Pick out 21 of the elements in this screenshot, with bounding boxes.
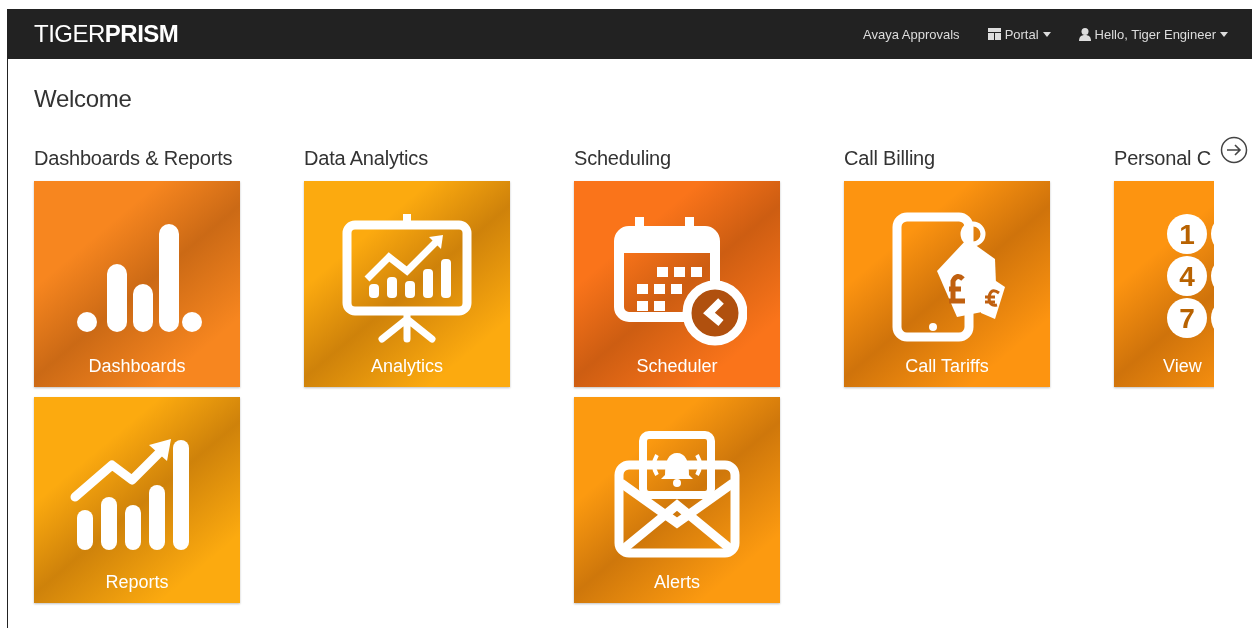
- nav-menu[interactable]: Hello, Tiger Engineer: [1078, 26, 1228, 42]
- page-title: Welcome: [34, 85, 133, 113]
- app-tile[interactable]: Reports: [34, 397, 240, 603]
- grid-icon: [987, 28, 1001, 40]
- section-heading: Personal C: [1114, 147, 1212, 171]
- section-heading: Dashboards & Reports: [34, 147, 234, 171]
- app-tile[interactable]: Scheduler: [574, 181, 780, 387]
- app-tile[interactable]: Dashboards: [34, 181, 240, 387]
- caret-icon: [1042, 31, 1051, 37]
- app-tile[interactable]: Analytics: [304, 181, 510, 387]
- app-tile[interactable]: Alerts: [574, 397, 780, 603]
- app-tile[interactable]: 1 4 7 View: [1114, 181, 1214, 387]
- user-icon: [1078, 27, 1091, 41]
- app-tile[interactable]: Call Tariffs: [844, 181, 1050, 387]
- nav-menu[interactable]: Portal: [987, 26, 1051, 42]
- caret-icon: [1220, 31, 1228, 37]
- nav-link[interactable]: Avaya Approvals: [863, 26, 960, 42]
- section-heading: Call Billing: [844, 147, 936, 171]
- section-heading: Scheduling: [574, 147, 672, 171]
- brand-logo[interactable]: TIGERPRISM: [34, 20, 179, 48]
- section-heading: Data Analytics: [304, 147, 429, 171]
